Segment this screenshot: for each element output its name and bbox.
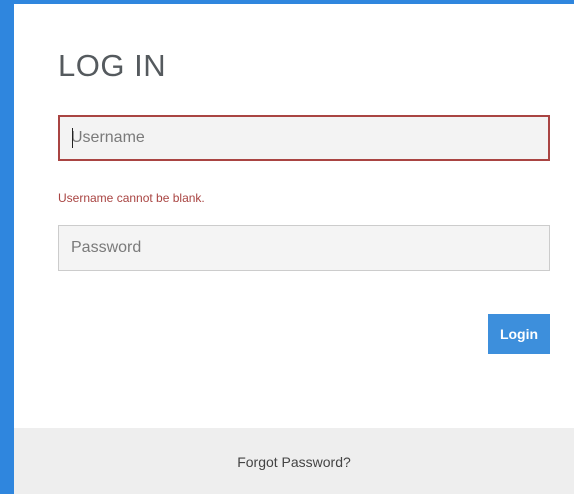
username-input[interactable] [58,115,550,161]
username-error-message: Username cannot be blank. [58,191,205,205]
login-button[interactable]: Login [488,314,550,354]
text-cursor [72,128,73,148]
password-input[interactable] [58,225,550,271]
footer-bar: Forgot Password? [14,428,574,494]
forgot-password-link[interactable]: Forgot Password? [14,454,574,470]
page-title: LOG IN [58,48,167,83]
login-panel: LOG IN Username cannot be blank. Login F… [14,4,574,494]
